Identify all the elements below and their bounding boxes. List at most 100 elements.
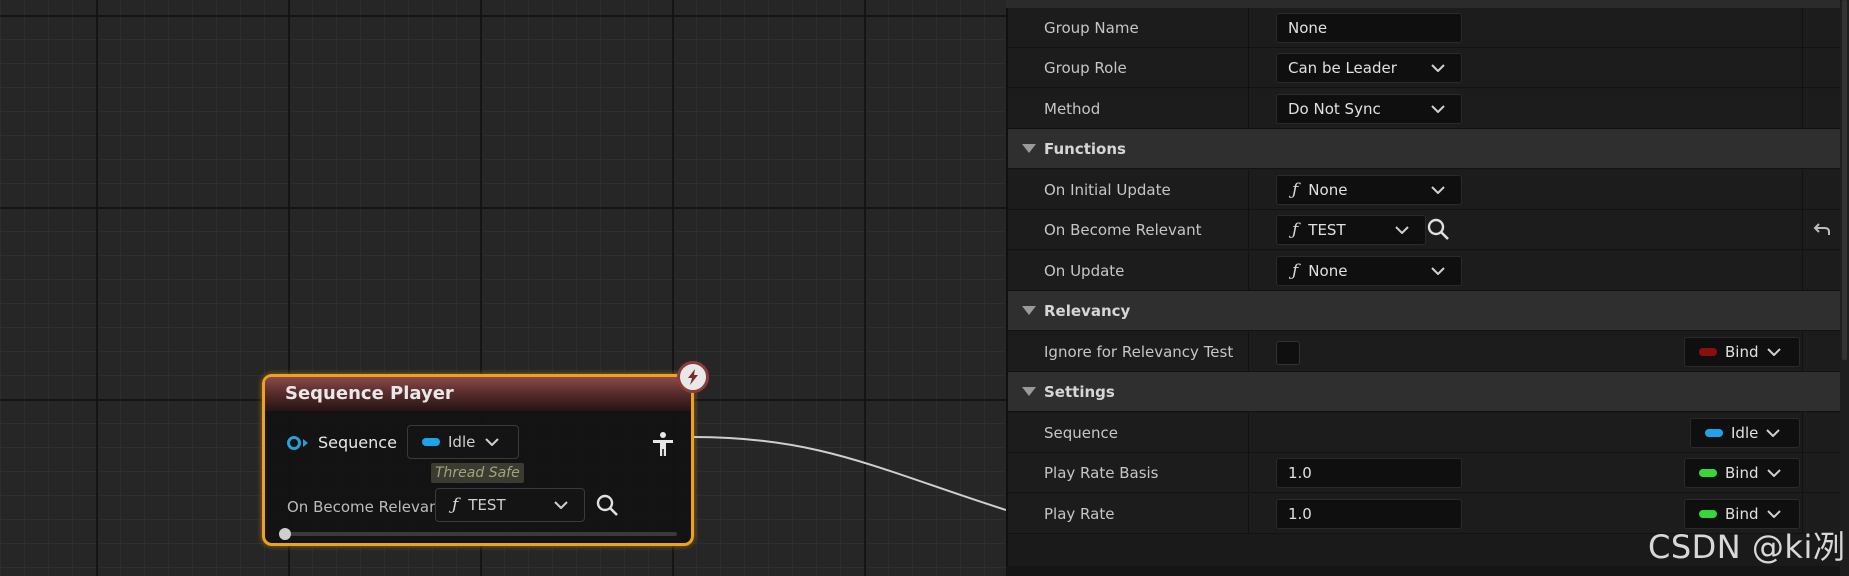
actor-person-icon (653, 432, 673, 456)
sequence-pin-label: Sequence (318, 433, 397, 452)
collapse-arrow-icon[interactable] (1022, 306, 1036, 315)
category-functions-label: Functions (1044, 140, 1126, 158)
play-rate-basis-label: Play Rate Basis (1044, 464, 1159, 482)
function-icon: ƒ (452, 495, 459, 515)
column-divider[interactable] (1248, 170, 1249, 210)
chevron-down-icon (1431, 105, 1445, 113)
object-pin-swatch (422, 438, 440, 446)
category-relevancy-label: Relevancy (1044, 302, 1131, 320)
chevron-down-icon (1766, 429, 1781, 437)
on-initial-update-label: On Initial Update (1044, 181, 1171, 199)
playback-slider-handle[interactable] (279, 528, 291, 540)
on-become-relevant-value: TEST (468, 496, 506, 514)
column-divider[interactable] (1248, 89, 1249, 129)
bind-button[interactable]: Bind (1684, 458, 1800, 488)
thread-safe-label: Thread Safe (431, 463, 524, 483)
column-divider (1802, 332, 1803, 372)
sequence-label: Sequence (1044, 424, 1118, 442)
sequence-asset-combo[interactable]: Idle (407, 425, 519, 459)
lightning-bolt-icon (677, 361, 709, 393)
column-divider (1802, 8, 1803, 48)
chevron-down-icon (1766, 510, 1781, 518)
bind-label: Bind (1725, 343, 1759, 361)
collapse-arrow-icon[interactable] (1022, 144, 1036, 153)
column-divider[interactable] (1248, 210, 1249, 250)
object-pin-swatch (1705, 429, 1723, 437)
magnifier-icon[interactable] (595, 493, 619, 517)
ignore-relevancy-label: Ignore for Relevancy Test (1044, 343, 1234, 361)
column-divider[interactable] (1248, 251, 1249, 291)
on-become-relevant-label: On Become Relevant (1044, 221, 1202, 239)
bool-pin-swatch (1699, 348, 1717, 356)
sequence-pin-icon[interactable] (287, 435, 301, 450)
category-functions[interactable]: Functions (1008, 129, 1840, 169)
row-group-role: Group Role Can be Leader (1008, 48, 1840, 88)
group-name-field[interactable]: None (1276, 13, 1462, 43)
column-divider (1802, 170, 1803, 210)
chevron-down-icon (1766, 348, 1781, 356)
on-become-relevant-pin-label: On Become Relevant (287, 498, 445, 516)
sequence-pin-row: Sequence (287, 433, 397, 452)
on-become-relevant-combo[interactable]: ƒ TEST (435, 488, 585, 522)
column-divider[interactable] (1248, 8, 1249, 48)
chevron-down-icon (1431, 64, 1445, 72)
row-group-name: Group Name None (1008, 8, 1840, 48)
on-initial-update-value: None (1308, 181, 1348, 199)
column-divider[interactable] (1248, 494, 1249, 534)
playback-slider-track[interactable] (283, 532, 677, 536)
column-divider (1802, 413, 1803, 453)
chevron-down-icon (1431, 267, 1445, 275)
function-icon: ƒ (1292, 220, 1299, 240)
anim-graph-canvas[interactable]: Sequence Player Sequence Idle Thread Saf… (0, 0, 1006, 576)
ignore-relevancy-checkbox[interactable] (1276, 341, 1300, 365)
column-divider (1802, 48, 1803, 88)
column-divider[interactable] (1248, 413, 1249, 453)
node-title: Sequence Player (285, 383, 454, 404)
row-play-rate-basis: Play Rate Basis 1.0 Bind (1008, 453, 1840, 493)
on-update-value: None (1308, 262, 1348, 280)
method-label: Method (1044, 100, 1101, 118)
column-divider (1802, 453, 1803, 493)
panel-scrollbar-thumb[interactable] (1842, 0, 1847, 360)
on-update-label: On Update (1044, 262, 1125, 280)
row-method: Method Do Not Sync (1008, 89, 1840, 129)
method-combo[interactable]: Do Not Sync (1276, 94, 1462, 124)
sequence-player-node[interactable]: Sequence Player Sequence Idle Thread Saf… (262, 361, 709, 546)
play-rate-basis-field[interactable]: 1.0 (1276, 458, 1462, 488)
row-ignore-relevancy: Ignore for Relevancy Test Bind (1008, 332, 1840, 372)
column-divider[interactable] (1248, 332, 1249, 372)
chevron-down-icon (554, 501, 568, 509)
on-initial-update-combo[interactable]: ƒ None (1276, 175, 1462, 205)
reset-to-default-icon[interactable] (1812, 220, 1832, 240)
group-role-combo[interactable]: Can be Leader (1276, 53, 1462, 83)
column-divider (1802, 251, 1803, 291)
sequence-asset-value: Idle (448, 433, 476, 451)
pin-arrow-icon (303, 438, 308, 447)
group-role-label: Group Role (1044, 59, 1127, 77)
play-rate-label: Play Rate (1044, 505, 1115, 523)
function-icon: ƒ (1292, 180, 1299, 200)
sequence-asset-combo[interactable]: Idle (1690, 418, 1800, 448)
node-header[interactable]: Sequence Player (265, 377, 691, 411)
chevron-down-icon (1431, 186, 1445, 194)
column-divider[interactable] (1248, 453, 1249, 493)
play-rate-field[interactable]: 1.0 (1276, 499, 1462, 529)
magnifier-icon[interactable] (1426, 217, 1450, 241)
category-settings[interactable]: Settings (1008, 372, 1840, 412)
panel-top-strip (1006, 0, 1840, 8)
function-icon: ƒ (1292, 261, 1299, 281)
float-pin-swatch (1699, 510, 1717, 518)
on-become-relevant-combo[interactable]: ƒ TEST (1276, 215, 1426, 245)
category-relevancy[interactable]: Relevancy (1008, 291, 1840, 331)
category-settings-label: Settings (1044, 383, 1115, 401)
bind-label: Bind (1725, 464, 1759, 482)
bind-button[interactable]: Bind (1684, 337, 1800, 367)
collapse-arrow-icon[interactable] (1022, 387, 1036, 396)
sequence-value: Idle (1731, 424, 1759, 442)
float-pin-swatch (1699, 469, 1717, 477)
on-update-combo[interactable]: ƒ None (1276, 256, 1462, 286)
column-divider (1802, 89, 1803, 129)
column-divider[interactable] (1248, 48, 1249, 88)
group-name-label: Group Name (1044, 19, 1139, 37)
bind-label: Bind (1725, 505, 1759, 523)
